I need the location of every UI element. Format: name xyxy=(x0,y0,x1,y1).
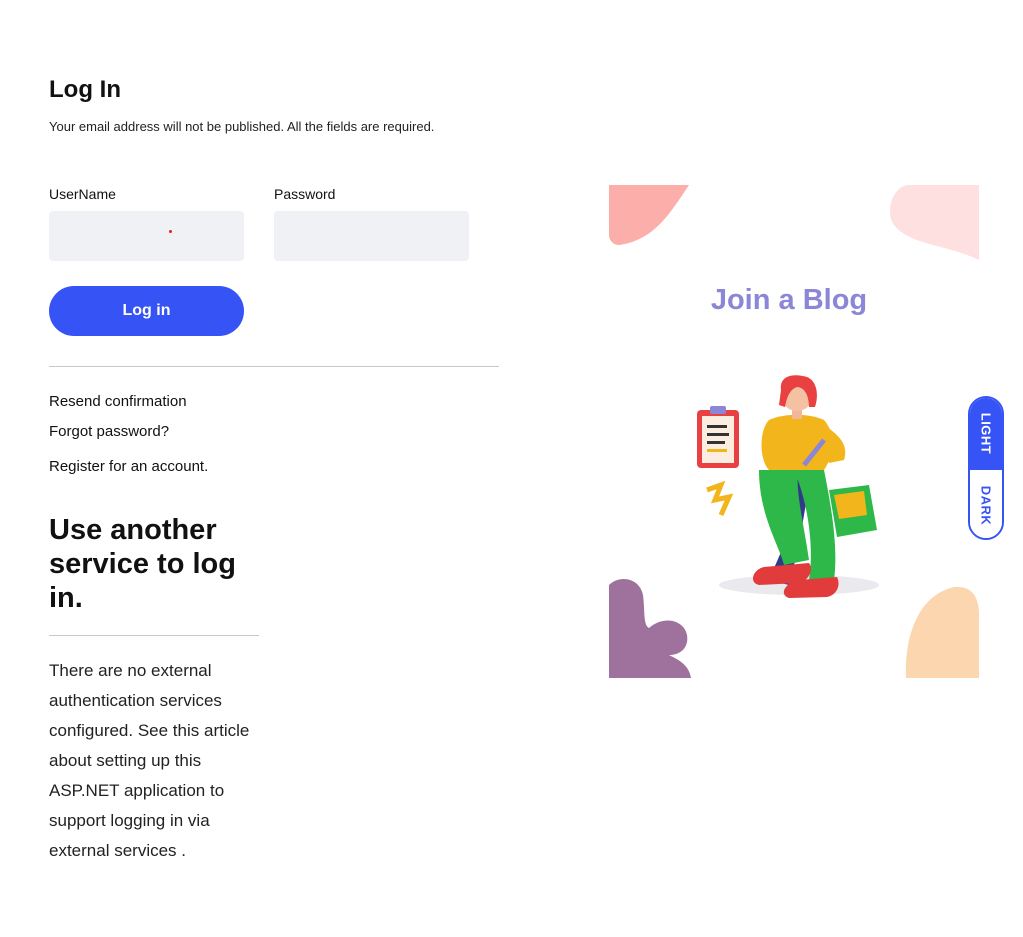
username-input[interactable] xyxy=(49,211,244,261)
external-text-before: There are no external authentication ser… xyxy=(49,661,222,740)
illustration-title: Join a Blog xyxy=(711,284,867,316)
blob-top-left xyxy=(609,185,689,245)
page-subtitle: Your email address will not be published… xyxy=(49,119,435,134)
external-login-heading: Use another service to log in. xyxy=(49,514,236,614)
theme-toggle[interactable]: LIGHT DARK xyxy=(968,396,1004,540)
forgot-password-link[interactable]: Forgot password? xyxy=(49,423,169,440)
external-text-after: . xyxy=(176,841,187,860)
register-link[interactable]: Register for an account. xyxy=(49,458,208,475)
person-illustration xyxy=(697,375,879,598)
blob-bottom-right xyxy=(905,586,979,678)
blob-bottom-left xyxy=(609,579,691,678)
divider xyxy=(49,635,259,636)
divider xyxy=(49,366,499,367)
password-input[interactable] xyxy=(274,211,469,261)
resend-confirmation-link[interactable]: Resend confirmation xyxy=(49,393,187,410)
light-theme-label: LIGHT xyxy=(978,412,994,454)
password-label: Password xyxy=(274,186,336,202)
external-login-text: There are no external authentication ser… xyxy=(49,656,254,866)
light-theme-option[interactable]: LIGHT xyxy=(970,398,1002,468)
dark-theme-option[interactable]: DARK xyxy=(970,470,1002,538)
external-services-article-link[interactable]: article about setting up this ASP.NET ap… xyxy=(49,721,249,860)
dark-theme-label: DARK xyxy=(978,485,994,525)
page-title: Log In xyxy=(49,76,121,103)
blob-top-right xyxy=(889,185,979,260)
cursor-marker xyxy=(169,230,172,233)
username-label: UserName xyxy=(49,186,116,202)
login-button[interactable]: Log in xyxy=(49,286,244,336)
join-blog-illustration: Join a Blog xyxy=(609,185,979,678)
